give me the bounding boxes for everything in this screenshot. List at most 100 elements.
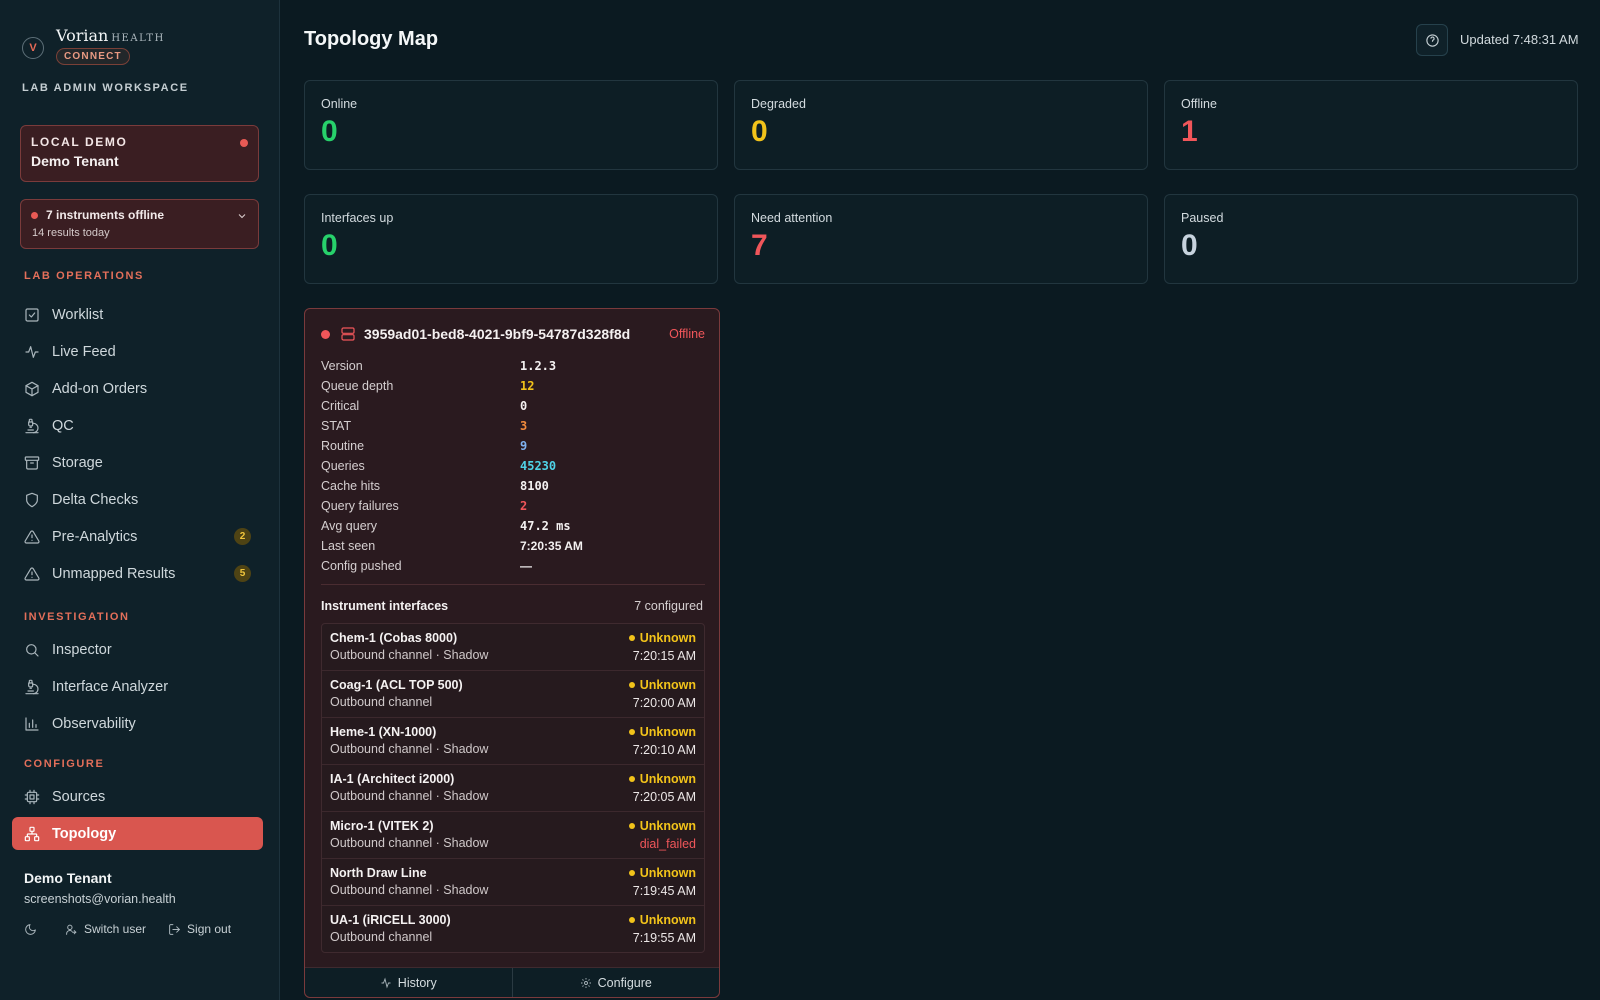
sidebar-item-label: Observability: [52, 715, 136, 732]
interface-status: Unknown: [629, 772, 696, 786]
sidebar-item-topology[interactable]: Topology: [12, 817, 263, 850]
interface-row[interactable]: Heme-1 (XN-1000) Outbound channel · Shad…: [322, 718, 704, 765]
stat-card-degraded: Degraded 0: [734, 80, 1148, 170]
sidebar-item-delta-checks[interactable]: Delta Checks: [12, 483, 263, 516]
interface-row[interactable]: IA-1 (Architect i2000) Outbound channel …: [322, 765, 704, 812]
warning-icon: [24, 529, 40, 545]
node-card[interactable]: 3959ad01-bed8-4021-9bf9-54787d328f8d Off…: [304, 308, 720, 998]
sidebar-item-qc[interactable]: QC: [12, 409, 263, 442]
count-badge: 5: [234, 565, 251, 582]
stat-value: 0: [751, 115, 768, 148]
sidebar-item-label: Sources: [52, 788, 106, 805]
interface-status: Unknown: [629, 866, 696, 880]
moon-icon: [25, 923, 36, 935]
search-icon: [24, 642, 40, 658]
sidebar-item-interface-analyzer[interactable]: Interface Analyzer: [12, 670, 263, 703]
interface-row[interactable]: UA-1 (iRICELL 3000) Outbound channel Unk…: [322, 906, 704, 953]
detail-value: 9: [520, 439, 528, 453]
detail-key: Routine: [321, 439, 365, 453]
count-badge: 2: [234, 528, 251, 545]
shield-icon: [24, 492, 40, 508]
interface-row[interactable]: Micro-1 (VITEK 2) Outbound channel · Sha…: [322, 812, 704, 859]
interface-row[interactable]: Chem-1 (Cobas 8000) Outbound channel · S…: [322, 624, 704, 671]
stat-label: Degraded: [751, 97, 806, 111]
interface-error: dial_failed: [639, 837, 696, 851]
workspace-label: LAB ADMIN WORKSPACE: [22, 82, 189, 94]
divider: [321, 584, 705, 585]
sidebar-item-storage[interactable]: Storage: [12, 446, 263, 479]
switch-user-button[interactable]: Switch user: [65, 922, 146, 936]
sidebar-item-inspector[interactable]: Inspector: [12, 633, 263, 666]
help-button[interactable]: [1416, 24, 1448, 56]
detail-key: Critical: [321, 399, 360, 413]
detail-row: Cache hits 8100: [321, 476, 705, 496]
archive-icon: [24, 455, 40, 471]
interface-time: 7:19:55 AM: [632, 931, 696, 945]
interface-status: Unknown: [629, 631, 696, 645]
stat-label: Paused: [1181, 211, 1224, 225]
sidebar-item-live-feed[interactable]: Live Feed: [12, 335, 263, 368]
stat-card-paused: Paused 0: [1164, 194, 1578, 284]
sidebar-item-label: Topology: [52, 825, 117, 842]
offline-alert[interactable]: 7 instruments offline 14 results today: [20, 199, 259, 249]
sidebar-item-observability[interactable]: Observability: [12, 707, 263, 740]
detail-value: 3: [520, 419, 528, 433]
alert-subtitle: 14 results today: [32, 227, 110, 239]
node-status-dot: [321, 329, 330, 339]
sign-out-button[interactable]: Sign out: [168, 922, 231, 936]
interface-status: Unknown: [629, 819, 696, 833]
detail-value: 12: [520, 379, 535, 393]
detail-row: Routine 9: [321, 436, 705, 456]
tenant-selector[interactable]: LOCAL DEMO Demo Tenant: [20, 125, 259, 182]
chevron-down-icon[interactable]: [236, 210, 248, 222]
sidebar-item-sources[interactable]: Sources: [12, 780, 263, 813]
tenant-status-dot: [240, 139, 248, 147]
theme-toggle[interactable]: [24, 923, 43, 936]
detail-value: 47.2 ms: [520, 519, 571, 533]
sidebar-item-label: Interface Analyzer: [52, 678, 169, 695]
stat-card-online: Online 0: [304, 80, 718, 170]
page-title: Topology Map: [304, 28, 439, 50]
sidebar-item-label: Inspector: [52, 641, 112, 658]
interface-time: 7:20:05 AM: [632, 790, 696, 804]
tenant-name: Demo Tenant: [31, 153, 119, 169]
checkbox-icon: [24, 307, 40, 323]
sidebar-item-worklist[interactable]: Worklist: [12, 298, 263, 331]
sidebar-item-unmapped-results[interactable]: Unmapped Results 5: [12, 557, 263, 590]
vorian-logo-icon: V: [22, 37, 44, 59]
node-id: 3959ad01-bed8-4021-9bf9-54787d328f8d: [364, 326, 631, 342]
detail-value: 0: [520, 399, 528, 413]
section-lab-operations: LAB OPERATIONS: [24, 270, 144, 282]
detail-key: Avg query: [321, 519, 378, 533]
gear-icon: [580, 977, 591, 988]
interface-row[interactable]: North Draw Line Outbound channel · Shado…: [322, 859, 704, 906]
brand[interactable]: V Vorian HEALTH CONNECT: [22, 26, 165, 65]
section-investigation: INVESTIGATION: [24, 611, 130, 623]
brand-pill: CONNECT: [56, 48, 130, 65]
sidebar-item-pre-analytics[interactable]: Pre-Analytics 2: [12, 520, 263, 553]
package-icon: [24, 381, 40, 397]
detail-key: Query failures: [321, 499, 399, 513]
user-name: Demo Tenant: [24, 870, 112, 886]
detail-key: Cache hits: [321, 479, 381, 493]
sidebar-item-add-on-orders[interactable]: Add-on Orders: [12, 372, 263, 405]
interface-status: Unknown: [629, 678, 696, 692]
interfaces-count: 7 configured: [634, 599, 703, 613]
network-icon: [24, 826, 40, 842]
switch-user-label: Switch user: [84, 922, 147, 936]
stat-label: Interfaces up: [321, 211, 394, 225]
detail-value: 8100: [520, 479, 549, 493]
detail-row: Config pushed —: [321, 556, 705, 576]
sidebar-item-label: Pre-Analytics: [52, 528, 138, 545]
user-switch-icon: [66, 924, 77, 935]
stat-value: 0: [321, 115, 338, 148]
configure-button[interactable]: Configure: [511, 968, 720, 997]
detail-row: Queue depth 12: [321, 376, 705, 396]
interfaces-list: Chem-1 (Cobas 8000) Outbound channel · S…: [321, 623, 705, 953]
interface-row[interactable]: Coag-1 (ACL TOP 500) Outbound channel Un…: [322, 671, 704, 718]
history-button[interactable]: History: [305, 968, 512, 997]
detail-value: —: [520, 559, 532, 573]
brand-name: Vorian HEALTH: [56, 26, 165, 45]
node-details: Version 1.2.3 Queue depth 12 Critical 0 STA…: [321, 356, 705, 576]
sidebar-item-label: Delta Checks: [52, 491, 139, 508]
